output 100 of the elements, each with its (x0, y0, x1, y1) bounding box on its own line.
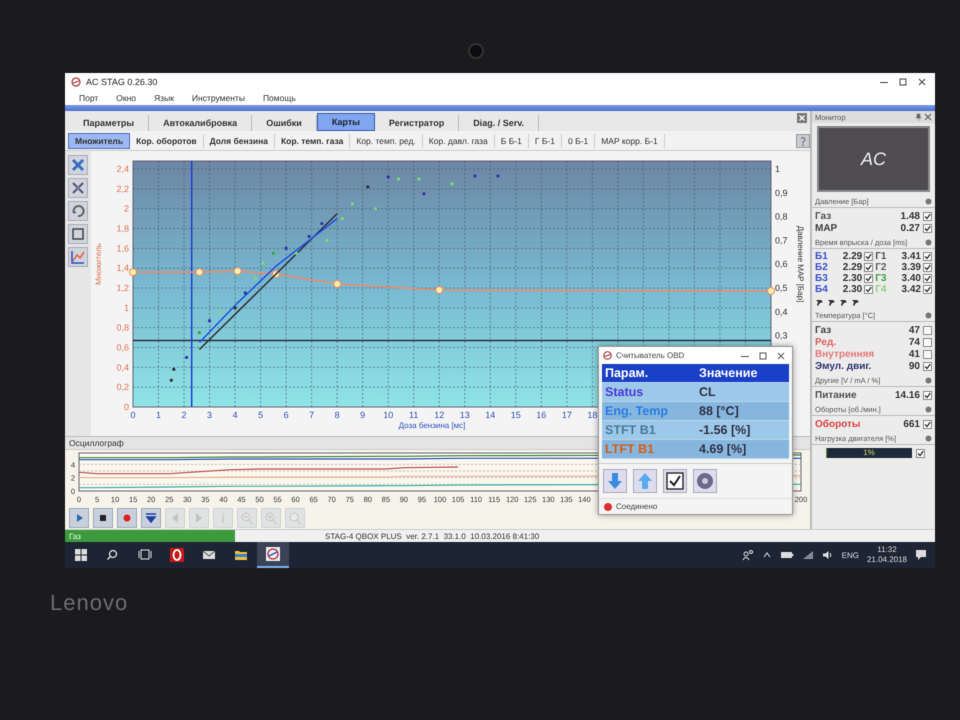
windows-logo-icon[interactable] (75, 549, 87, 561)
sub-tab[interactable]: Б Б-1 (494, 134, 529, 148)
row-value: 1.48 (900, 210, 920, 222)
double-down-icon[interactable] (141, 508, 161, 528)
axis-tick-label: 7 (309, 410, 314, 420)
round-knob-icon[interactable] (925, 406, 932, 413)
caret-up-icon[interactable] (762, 550, 772, 560)
table-cell: -1.56 [%] (696, 421, 789, 440)
checkbox[interactable] (923, 326, 932, 334)
clock-time[interactable]: 11:32 (877, 545, 897, 555)
checkbox[interactable] (864, 274, 874, 283)
help-icon[interactable] (796, 134, 810, 148)
checkbox[interactable] (923, 362, 932, 370)
axis-tick-label: 14 (485, 410, 496, 420)
gear-icon[interactable] (693, 469, 717, 493)
round-knob-icon[interactable] (925, 312, 932, 319)
battery-icon[interactable] (780, 550, 794, 560)
notification-icon[interactable] (915, 549, 927, 561)
cross-icon[interactable] (68, 155, 88, 175)
round-knob-icon[interactable] (925, 198, 932, 205)
search-icon[interactable] (106, 548, 120, 562)
column-header: Парам. (602, 364, 696, 383)
checkbox[interactable] (923, 390, 932, 400)
task-view-icon[interactable] (138, 548, 152, 562)
checkbox-icon[interactable] (663, 469, 687, 493)
folder-icon[interactable] (234, 548, 248, 562)
injector-value: 3.42 (900, 284, 921, 295)
sub-tab[interactable]: Доля бензина (204, 134, 275, 148)
row-label: Питание (815, 390, 858, 400)
checkbox[interactable] (864, 285, 874, 294)
column-header: Значение (696, 364, 789, 383)
menu-item[interactable]: Язык (154, 92, 174, 102)
volume-icon[interactable] (822, 550, 834, 560)
axis-tick-label: 9 (360, 410, 366, 420)
stop-icon[interactable] (93, 508, 113, 528)
axis-tick-label: 1 (124, 302, 129, 313)
sub-tab[interactable]: Кор. темп. ред. (350, 134, 423, 148)
menu-item[interactable]: Порт (79, 92, 98, 102)
data-point (129, 268, 137, 276)
sub-tab[interactable]: Г Б-1 (528, 134, 562, 148)
rotate-icon[interactable] (68, 201, 88, 221)
axis-title: Давление MAP [Бар] (796, 226, 805, 302)
load-reading: 1% (862, 448, 876, 458)
menu-item[interactable]: Помощь (262, 92, 296, 102)
people-icon[interactable] (742, 549, 754, 561)
checkbox[interactable] (923, 212, 932, 220)
menu-item[interactable]: Окно (116, 92, 136, 102)
close-icon[interactable] (924, 113, 932, 121)
sub-tab[interactable]: MAP корр. Б-1 (595, 134, 665, 148)
injector-label: Б3 (815, 273, 828, 284)
row-label: Обороты (815, 418, 862, 430)
row-value: 74 (908, 336, 920, 348)
param-label: Status (605, 385, 644, 399)
injector-value: 3.39 (900, 262, 921, 273)
checkbox[interactable] (923, 338, 932, 346)
crossed-tools-icon[interactable] (68, 178, 88, 198)
axis-tick-label: 4 (232, 410, 238, 420)
checkbox[interactable] (916, 448, 925, 458)
tab[interactable]: Карты (316, 113, 375, 131)
envelope-icon[interactable] (202, 548, 216, 562)
axis-tick-label: 16 (536, 410, 546, 420)
checkbox[interactable] (923, 263, 932, 272)
chart-icon[interactable] (68, 247, 88, 267)
sub-tab[interactable]: Множитель (68, 132, 130, 148)
pin-icon[interactable] (914, 113, 922, 121)
sub-tab[interactable]: Кор. темп. газа (274, 134, 350, 148)
injector-value: 2.30 (842, 273, 862, 284)
checkbox[interactable] (864, 263, 874, 272)
sub-tab[interactable]: 0 Б-1 (562, 134, 596, 148)
axis-tick-label: 0,6 (116, 342, 129, 352)
play-icon[interactable] (69, 508, 89, 528)
row-label: Газ (815, 324, 832, 336)
checkbox[interactable] (923, 350, 932, 358)
window-title: Считыватель OBD (616, 351, 684, 360)
checkbox[interactable] (923, 274, 932, 283)
status-text: Соединено (616, 502, 658, 511)
checkbox[interactable] (923, 224, 932, 232)
clock-date[interactable]: 21.04.2018 (866, 555, 907, 565)
round-knob-icon[interactable] (925, 377, 932, 384)
ring-logo-icon[interactable] (170, 548, 184, 562)
app-logo-icon[interactable] (266, 547, 280, 561)
sub-tab[interactable]: Кор. оборотов (130, 134, 204, 148)
checkbox[interactable] (864, 252, 874, 261)
menu-item[interactable]: Инструменты (192, 92, 245, 102)
language-indicator[interactable]: ENG (842, 550, 859, 560)
status-mode: Газ (65, 530, 235, 542)
row-label: MAP (815, 222, 838, 234)
axis-tick-label: 0 (124, 402, 129, 412)
round-knob-icon[interactable] (925, 239, 932, 246)
checkbox[interactable] (923, 252, 932, 261)
checkbox[interactable] (923, 420, 932, 428)
logo: AC (817, 126, 930, 192)
wifi-icon[interactable] (802, 550, 814, 560)
sub-tab[interactable]: Кор. давл. газа (422, 134, 495, 148)
axis-tick-label: 0,4 (775, 306, 788, 317)
checkbox[interactable] (923, 285, 932, 294)
status-text: STAG-4 QBOX PLUS ver. 2.7.1 33.1.0 10.03.2016 8:41:30 (325, 532, 540, 540)
round-knob-icon[interactable] (925, 435, 932, 442)
square-icon[interactable] (68, 224, 88, 244)
axis-tick-label: 1,4 (116, 263, 129, 274)
